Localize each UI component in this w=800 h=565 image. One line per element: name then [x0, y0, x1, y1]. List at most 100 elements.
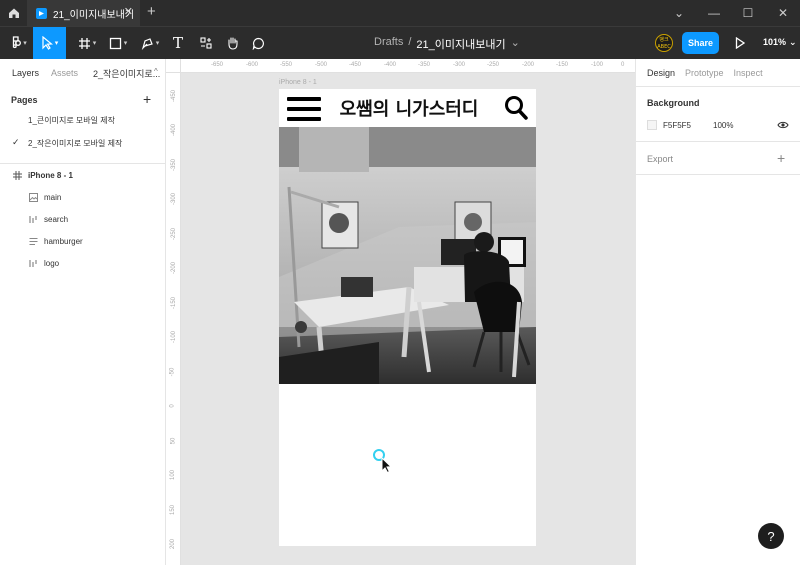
resources-icon: [200, 37, 212, 49]
layer-logo[interactable]: logo: [28, 255, 59, 271]
divider: [636, 141, 800, 142]
ruler-tick: -250: [487, 62, 500, 68]
frame-label[interactable]: iPhone 8 - 1: [279, 79, 317, 86]
phone-logo[interactable]: 오쌤의 니가스터디: [339, 95, 479, 121]
ruler-tick: 50: [170, 437, 177, 445]
collapse-pages-icon[interactable]: ^: [154, 67, 158, 76]
pen-tool[interactable]: ▾: [136, 27, 164, 59]
vector-layer-icon: [28, 258, 38, 268]
ruler-tick: 100: [170, 469, 177, 481]
file-tab[interactable]: 21_이미지내보내기 ✕: [27, 0, 140, 26]
tab-layers[interactable]: Layers: [12, 68, 39, 78]
layer-frame-iphone[interactable]: iPhone 8 - 1: [12, 167, 73, 183]
tab-design[interactable]: Design: [647, 68, 675, 78]
frame-icon: [12, 170, 22, 180]
chevron-down-icon[interactable]: ⌄: [662, 0, 696, 26]
shape-tool[interactable]: ▾: [104, 27, 132, 59]
ruler-tick: -650: [211, 62, 224, 68]
window-close-button[interactable]: ✕: [766, 0, 800, 26]
layer-label: search: [44, 214, 69, 224]
phone-header: 오쌤의 니가스터디: [279, 89, 536, 127]
zoom-control[interactable]: 101% ⌄: [763, 37, 797, 48]
hand-icon: [227, 37, 238, 50]
background-hex-input[interactable]: F5F5F5: [663, 121, 691, 130]
right-panel-tabs: Design Prototype Inspect: [636, 59, 800, 86]
frame-tool[interactable]: ▾: [72, 27, 102, 59]
divider: [636, 174, 800, 175]
layer-hamburger[interactable]: hamburger: [28, 233, 83, 249]
ruler-tick: -500: [315, 62, 328, 68]
breadcrumb-drafts[interactable]: Drafts: [374, 36, 403, 52]
layer-label: main: [44, 192, 62, 202]
layer-search[interactable]: search: [28, 211, 68, 227]
ruler-tick: 150: [170, 504, 177, 516]
new-tab-button[interactable]: +: [147, 4, 156, 20]
ruler-tick: -300: [171, 192, 178, 206]
breadcrumb: Drafts / 21_이미지내보내기 ⌄: [374, 36, 520, 52]
resources-tool[interactable]: [196, 27, 216, 59]
layer-label: logo: [44, 258, 60, 268]
left-panel-tabs: Layers Assets 2_작은이미지로... ^: [0, 59, 165, 86]
ruler-tick: -400: [384, 62, 397, 68]
figma-logo-icon: [13, 36, 22, 49]
tab-prototype[interactable]: Prototype: [685, 68, 724, 78]
vector-layer-icon: [28, 214, 38, 224]
share-button[interactable]: Share: [682, 32, 719, 54]
main-menu-button[interactable]: ▾: [6, 27, 32, 59]
ruler-corner: [166, 59, 181, 73]
comment-tool[interactable]: [248, 27, 268, 59]
avatar[interactable]: 뱅크 ABEC: [655, 34, 673, 52]
home-button[interactable]: [0, 0, 27, 26]
search-icon[interactable]: [504, 95, 528, 121]
ruler-tick: -200: [522, 62, 535, 68]
breadcrumb-separator: /: [408, 36, 412, 48]
add-export-button[interactable]: +: [777, 151, 785, 165]
move-tool[interactable]: ▾: [33, 27, 66, 59]
background-opacity-input[interactable]: 100%: [713, 121, 733, 130]
hand-tool[interactable]: [222, 27, 242, 59]
hamburger-icon[interactable]: [287, 97, 321, 121]
current-page-selector[interactable]: 2_작은이미지로...: [93, 67, 160, 80]
ruler-top: -650 -600 -550 -500 -450 -400 -350 -300 …: [181, 59, 635, 73]
right-panel: Design Prototype Inspect Background F5F5…: [635, 59, 800, 565]
file-menu-caret[interactable]: ⌄: [511, 36, 520, 52]
group-layer-icon: [28, 236, 38, 246]
rectangle-icon: [109, 37, 121, 49]
background-swatch[interactable]: [647, 120, 657, 130]
text-tool[interactable]: T: [168, 27, 188, 59]
tab-inspect[interactable]: Inspect: [734, 68, 763, 78]
ruler-tick: -550: [280, 62, 293, 68]
zoom-level: 101%: [763, 37, 787, 47]
home-icon: [8, 8, 19, 18]
ruler-tick: -450: [171, 89, 178, 103]
cursor-arrow-icon: [42, 36, 53, 50]
office-photo: [279, 127, 536, 384]
iphone-frame[interactable]: 오쌤의 니가스터디: [279, 89, 536, 546]
mouse-cursor-icon: [373, 449, 393, 473]
ruler-tick: -150: [171, 296, 178, 310]
layer-main[interactable]: main: [28, 189, 61, 205]
ruler-tick: -450: [349, 62, 362, 68]
minimize-button[interactable]: —: [697, 0, 731, 26]
tab-close-icon[interactable]: ✕: [124, 7, 133, 18]
present-button[interactable]: [733, 35, 747, 51]
help-button[interactable]: ?: [758, 523, 784, 549]
page-item-active[interactable]: 2_작은이미지로 모바일 제작: [28, 138, 122, 149]
layer-label: iPhone 8 - 1: [28, 170, 73, 180]
maximize-button[interactable]: ☐: [731, 0, 765, 26]
add-page-button[interactable]: +: [143, 92, 151, 106]
ruler-tick: -100: [591, 62, 604, 68]
ruler-tick: -50: [169, 367, 176, 377]
tab-assets[interactable]: Assets: [51, 68, 78, 78]
main-image[interactable]: [279, 127, 536, 384]
divider: [0, 163, 166, 164]
eye-icon[interactable]: [777, 120, 789, 130]
ruler-left: -450 -400 -350 -300 -250 -200 -150 -100 …: [166, 73, 181, 565]
page-item[interactable]: 1_큰이미지로 모바일 제작: [28, 115, 115, 126]
zoom-caret: ⌄: [789, 37, 797, 47]
canvas[interactable]: -650 -600 -550 -500 -450 -400 -350 -300 …: [166, 59, 635, 565]
check-icon: ✓: [12, 137, 20, 147]
text-icon: T: [172, 34, 183, 52]
tab-title: 21_이미지내보내기: [53, 9, 135, 21]
file-name[interactable]: 21_이미지내보내기: [416, 36, 505, 52]
